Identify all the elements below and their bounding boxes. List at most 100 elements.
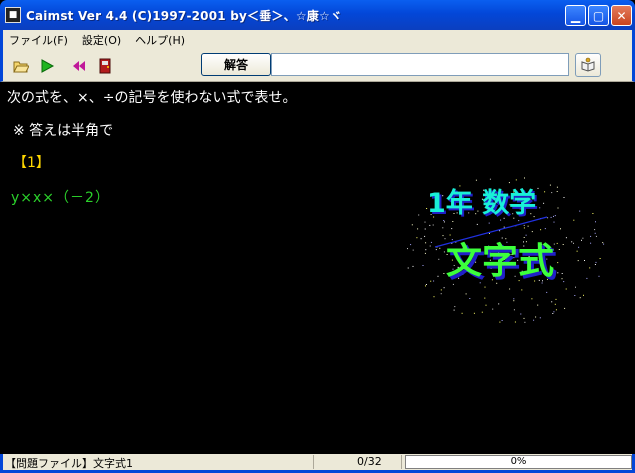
star (574, 295, 576, 296)
star (425, 242, 427, 244)
star (424, 221, 426, 223)
star (531, 298, 533, 300)
star (449, 234, 451, 236)
title-bar[interactable]: ■ Caimst Ver 4.4 (C)1997-2001 by＜垂＞、☆康☆ヾ… (0, 0, 635, 30)
star (563, 281, 565, 283)
star (576, 250, 578, 252)
star (602, 242, 604, 244)
star (546, 291, 548, 293)
question-instruction: 次の式を、×、÷の記号を使わない式で表せ。 (7, 90, 297, 106)
star (509, 288, 511, 290)
star (430, 241, 432, 243)
star (571, 241, 573, 243)
star (523, 237, 525, 238)
star (422, 265, 424, 266)
menu-settings[interactable]: 設定(O) (82, 32, 121, 48)
window-title: Caimst Ver 4.4 (C)1997-2001 by＜垂＞、☆康☆ヾ (26, 9, 343, 23)
star (579, 210, 581, 212)
star (433, 280, 435, 282)
star (595, 221, 596, 223)
question-note: ※ 答えは半角で (13, 123, 114, 139)
menu-help[interactable]: ヘルプ(H) (135, 32, 185, 48)
star (584, 260, 585, 261)
star (453, 309, 455, 311)
play-icon[interactable] (39, 58, 55, 74)
star (488, 222, 490, 224)
star (515, 179, 517, 181)
maximize-icon: ▢ (592, 8, 605, 23)
star (418, 214, 420, 216)
close-icon: ✕ (616, 8, 627, 23)
star (444, 238, 446, 240)
star (501, 237, 503, 239)
minimize-button[interactable]: ▁ (565, 5, 586, 26)
star (469, 298, 471, 299)
question-expression: y×x×（－2） (11, 190, 110, 206)
star (513, 309, 515, 311)
star (551, 301, 553, 303)
star (553, 311, 555, 313)
app-icon[interactable]: ■ (5, 7, 21, 23)
star (533, 319, 535, 321)
star (555, 298, 557, 300)
status-file: 【問題ファイル】文字式1 (5, 457, 133, 470)
star (557, 262, 559, 264)
star (503, 226, 505, 228)
star (564, 307, 566, 309)
open-folder-icon[interactable] (13, 58, 29, 74)
star (565, 288, 567, 290)
star (451, 228, 453, 230)
star (407, 267, 409, 269)
maximize-button[interactable]: ▢ (588, 5, 609, 26)
star (557, 272, 559, 274)
status-divider (401, 455, 402, 469)
star (442, 227, 444, 229)
help-button[interactable] (575, 53, 601, 77)
star (438, 258, 440, 260)
star (561, 273, 563, 274)
star (440, 293, 442, 295)
exit-door-icon[interactable] (97, 58, 113, 74)
star (451, 239, 453, 241)
star (531, 231, 533, 233)
star (412, 249, 414, 251)
question-area: 次の式を、×、÷の記号を使わない式で表せ。 ※ 答えは半角で 【1】 y×x×（… (3, 82, 632, 454)
help-book-icon (581, 57, 595, 72)
star (489, 178, 491, 180)
star (411, 224, 413, 226)
star (476, 223, 478, 225)
star (430, 280, 432, 282)
star (521, 289, 523, 291)
star (586, 277, 588, 279)
star (537, 187, 539, 189)
star (594, 229, 596, 231)
star (579, 297, 581, 299)
star (454, 306, 456, 308)
star (599, 258, 601, 259)
close-button[interactable]: ✕ (611, 5, 632, 26)
star (560, 228, 561, 230)
star (573, 242, 574, 244)
star (543, 202, 545, 204)
star (473, 312, 475, 314)
star (501, 320, 503, 321)
star (595, 261, 597, 263)
answer-button[interactable]: 解答 (201, 53, 271, 76)
star (535, 316, 537, 318)
star (459, 185, 461, 187)
star (514, 321, 516, 323)
star (555, 309, 557, 311)
star (592, 213, 594, 214)
star (582, 237, 584, 239)
star (481, 311, 483, 313)
menu-file[interactable]: ファイル(F) (9, 32, 68, 48)
star (556, 186, 558, 188)
rewind-icon[interactable] (71, 58, 87, 74)
star (561, 278, 563, 280)
star (407, 248, 408, 250)
answer-input[interactable] (271, 53, 569, 76)
star (583, 294, 584, 296)
star (412, 265, 414, 267)
star (590, 242, 592, 244)
star (432, 224, 434, 226)
